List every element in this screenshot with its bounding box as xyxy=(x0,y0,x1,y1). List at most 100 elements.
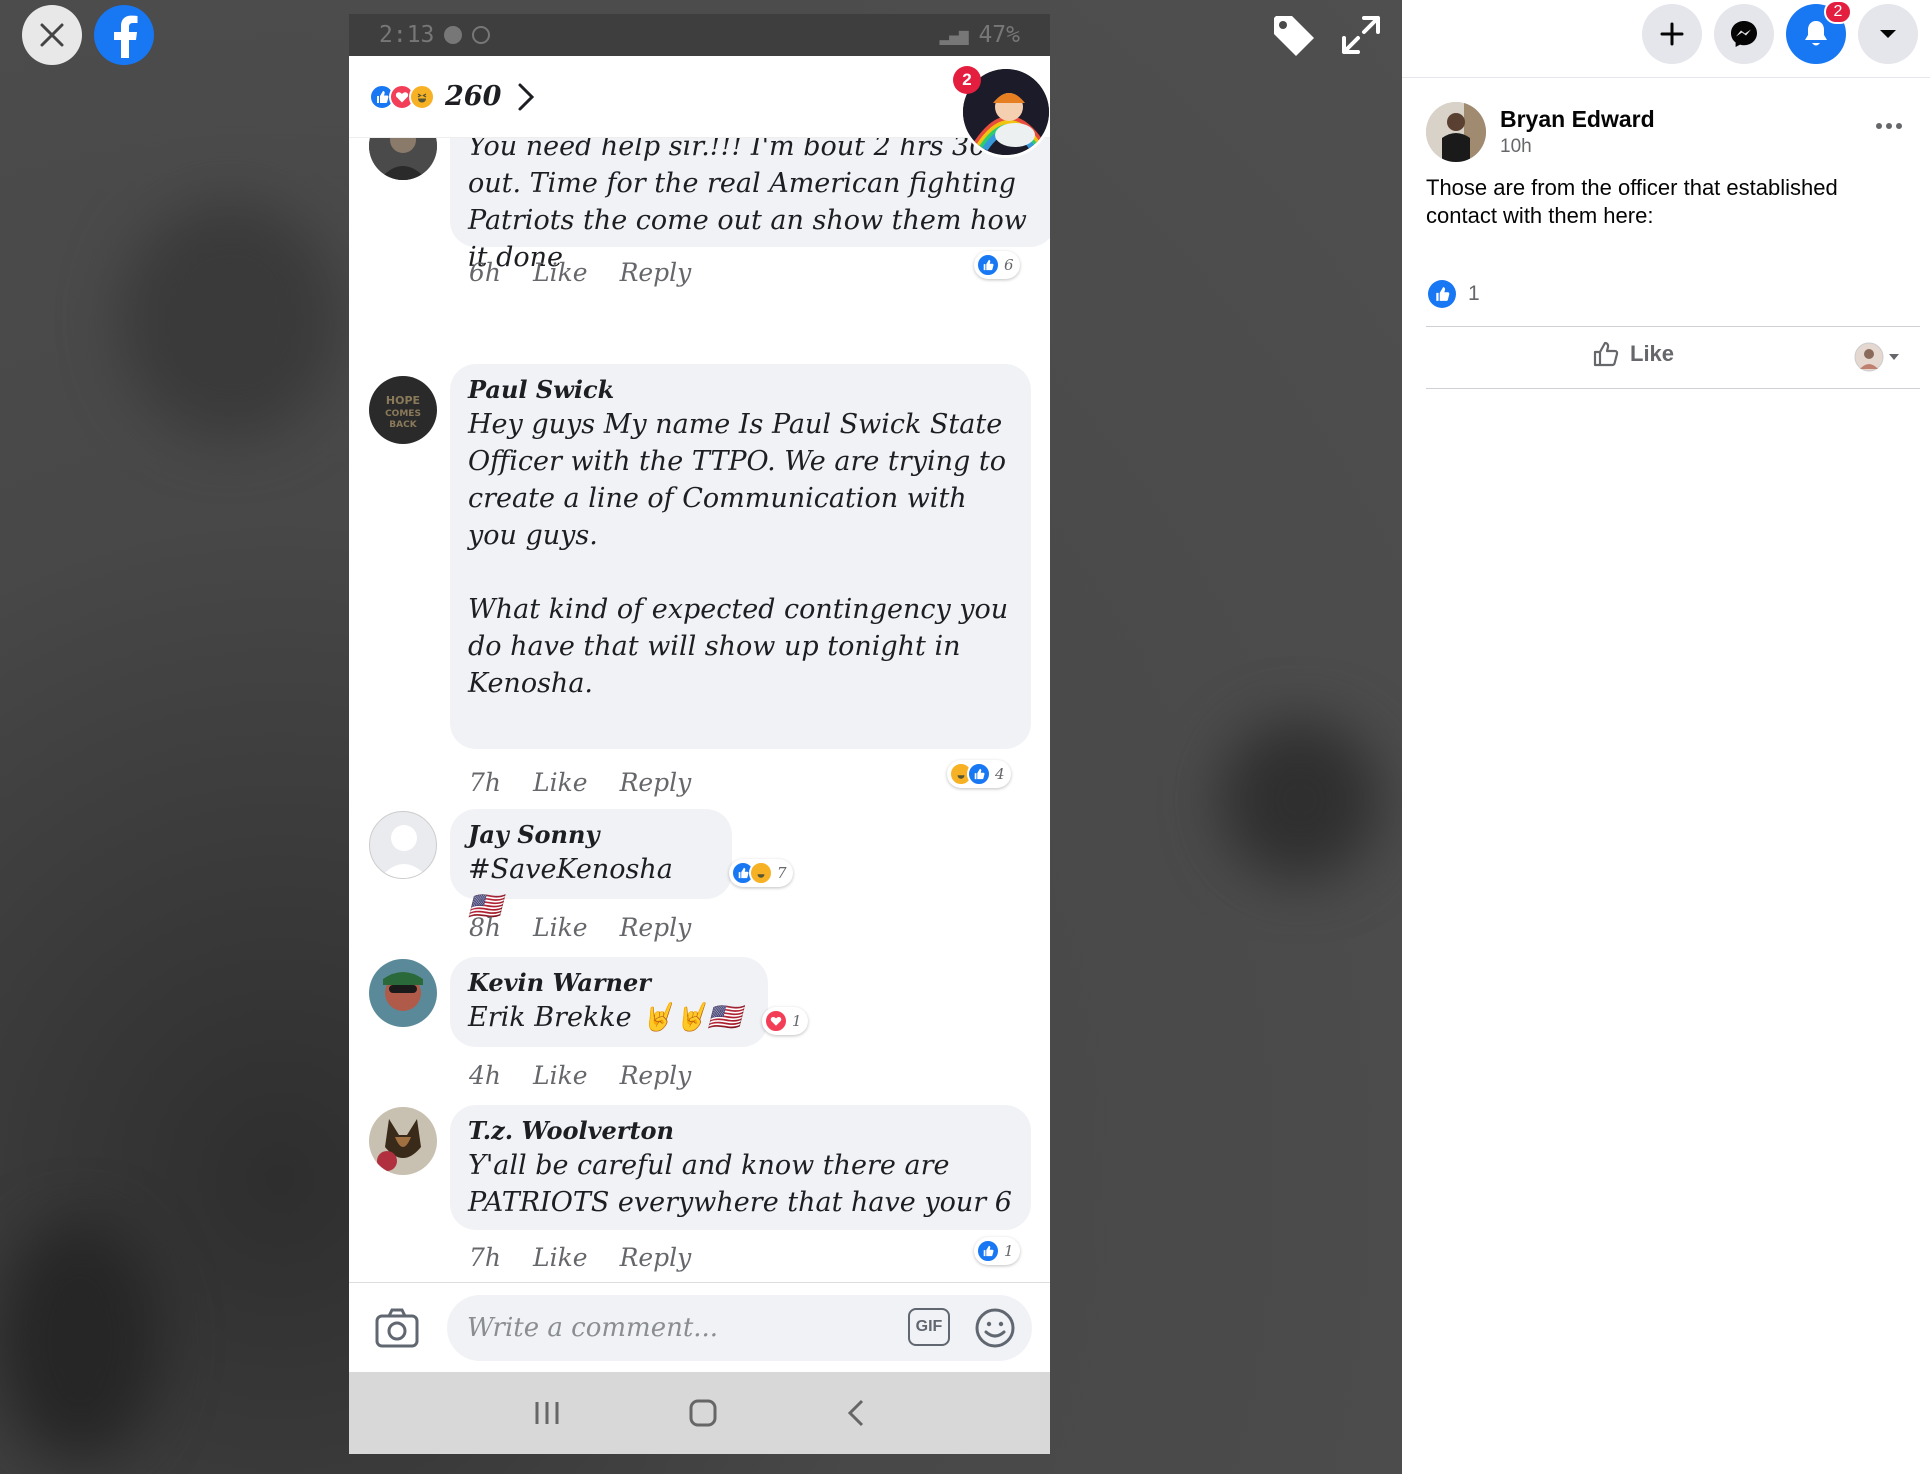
post-author[interactable]: Bryan Edward xyxy=(1500,106,1655,133)
comment-reactions[interactable]: 6 xyxy=(974,251,1020,279)
comment-time: 7h xyxy=(469,1243,502,1272)
back-icon[interactable] xyxy=(846,1398,866,1428)
like-link[interactable]: Like xyxy=(533,768,588,797)
comment-text: Y'all be careful and know there are PATR… xyxy=(468,1150,1012,1218)
reaction-count: 1 xyxy=(792,1012,802,1030)
comment-actions: 8h Like Reply xyxy=(469,913,691,942)
signal-icon: ▂▄▆ xyxy=(939,25,969,45)
status-battery: 47% xyxy=(978,22,1020,48)
reactions-header[interactable]: 260 xyxy=(349,56,1050,138)
plus-icon xyxy=(1660,22,1684,46)
bell-icon xyxy=(1805,21,1827,46)
reply-link[interactable]: Reply xyxy=(620,1243,692,1272)
comment-actions: 6h Like Reply xyxy=(469,258,691,287)
background-blur xyxy=(1220,720,1380,880)
comment-actions: 7h Like Reply xyxy=(469,1243,691,1272)
comment-bubble: T.z. Woolverton Y'all be careful and kno… xyxy=(450,1105,1031,1230)
post-timestamp[interactable]: 10h xyxy=(1500,136,1532,158)
like-link[interactable]: Like xyxy=(533,258,588,287)
like-reaction-icon xyxy=(976,1239,1000,1263)
comment-reactions[interactable]: 7 xyxy=(729,859,793,887)
commenter-avatar[interactable] xyxy=(369,811,437,879)
like-button[interactable]: Like xyxy=(1592,340,1674,368)
caret-down-icon xyxy=(1880,30,1896,38)
author-avatar[interactable] xyxy=(1426,102,1486,162)
tag-icon[interactable] xyxy=(1270,12,1318,60)
like-count: 1 xyxy=(1468,282,1480,305)
commenter-name[interactable]: Kevin Warner xyxy=(468,967,750,999)
status-app-icon xyxy=(444,26,463,44)
status-messenger-icon xyxy=(472,26,491,44)
comment-time: 6h xyxy=(469,258,502,287)
comment-time: 8h xyxy=(469,913,502,942)
comment-time: 7h xyxy=(469,768,502,797)
like-reaction-icon xyxy=(976,253,1000,277)
like-thumb-icon xyxy=(1593,341,1619,367)
svg-text:BACK: BACK xyxy=(389,420,417,430)
close-icon xyxy=(40,23,64,47)
account-menu-button[interactable] xyxy=(1858,4,1918,64)
comment-text: Erik Brekke 🤘🤘🇺🇸 xyxy=(468,1002,742,1033)
comment-text: Hey guys My name Is Paul Swick State Off… xyxy=(468,409,1009,699)
reply-link[interactable]: Reply xyxy=(620,913,692,942)
expand-icon[interactable] xyxy=(1340,14,1382,56)
svg-text:HOPE: HOPE xyxy=(386,394,420,407)
reply-link[interactable]: Reply xyxy=(620,1061,692,1090)
comment-time: 4h xyxy=(469,1061,502,1090)
comment-actions: 7h Like Reply xyxy=(469,768,691,797)
like-summary[interactable]: 1 xyxy=(1428,280,1480,308)
comment-bubble: Jay Sonny #SaveKenosha 🇺🇸 xyxy=(450,809,732,922)
background-blur xyxy=(0,1220,160,1460)
phone-screenshot: 2:13 ▂▄▆ 47% 260 2 You need help sir.!!!… xyxy=(349,14,1050,1454)
comment-text: You need help sir.!!! I'm bout 2 hrs 30 … xyxy=(468,131,1027,273)
notification-badge: 2 xyxy=(1824,0,1852,24)
messenger-button[interactable] xyxy=(1714,4,1774,64)
reaction-as-selector[interactable] xyxy=(1854,342,1900,372)
comment-reactions[interactable]: 4 xyxy=(947,760,1011,788)
reply-link[interactable]: Reply xyxy=(620,258,692,287)
recent-apps-icon[interactable] xyxy=(533,1400,561,1426)
more-icon[interactable] xyxy=(1874,120,1904,132)
reaction-total: 260 xyxy=(445,81,502,112)
reaction-count: 6 xyxy=(1004,256,1014,274)
chat-head-badge: 2 xyxy=(953,66,981,94)
like-link[interactable]: Like xyxy=(533,1061,588,1090)
comment-bubble: Paul Swick Hey guys My name Is Paul Swic… xyxy=(450,364,1031,749)
facebook-logo-icon xyxy=(114,15,138,58)
camera-icon[interactable] xyxy=(374,1305,420,1351)
commenter-avatar[interactable] xyxy=(369,1107,437,1175)
commenter-name[interactable]: Jay Sonny xyxy=(468,819,714,851)
divider xyxy=(1426,326,1920,327)
commenter-name[interactable]: T.z. Woolverton xyxy=(468,1115,1013,1147)
commenter-name[interactable]: Paul Swick xyxy=(468,374,1013,406)
home-icon[interactable] xyxy=(688,1398,718,1428)
background-blur xyxy=(120,200,340,440)
like-link[interactable]: Like xyxy=(533,913,588,942)
comment-reactions[interactable]: 1 xyxy=(762,1007,808,1035)
commenter-avatar[interactable]: HOPE COMES BACK xyxy=(369,376,437,444)
reaction-count: 4 xyxy=(995,765,1005,783)
photo-viewer: 2:13 ▂▄▆ 47% 260 2 You need help sir.!!!… xyxy=(0,0,1402,1474)
reaction-icons xyxy=(369,83,435,110)
commenter-avatar[interactable] xyxy=(369,959,437,1027)
like-button-label: Like xyxy=(1630,341,1675,366)
gif-button[interactable]: GIF xyxy=(908,1308,950,1346)
close-button[interactable] xyxy=(22,5,82,65)
create-button[interactable] xyxy=(1642,4,1702,64)
reaction-count: 7 xyxy=(777,864,787,882)
reply-link[interactable]: Reply xyxy=(620,768,692,797)
android-nav-bar xyxy=(349,1372,1050,1454)
divider xyxy=(1426,388,1920,389)
reaction-count: 1 xyxy=(1004,1242,1014,1260)
comment-reactions[interactable]: 1 xyxy=(974,1237,1020,1265)
like-link[interactable]: Like xyxy=(533,1243,588,1272)
facebook-logo-button[interactable] xyxy=(94,5,154,65)
svg-text:COMES: COMES xyxy=(385,409,421,419)
emoji-icon[interactable] xyxy=(974,1307,1016,1349)
comment-actions: 4h Like Reply xyxy=(469,1061,691,1090)
comment-composer: Write a comment... GIF xyxy=(349,1282,1050,1372)
messenger-icon xyxy=(1731,21,1757,47)
post-text: Those are from the officer that establis… xyxy=(1426,175,1838,228)
chevron-right-icon[interactable] xyxy=(517,82,535,112)
post-sidebar: 2 Bryan Edward 10h Those are from the of… xyxy=(1402,0,1930,1474)
